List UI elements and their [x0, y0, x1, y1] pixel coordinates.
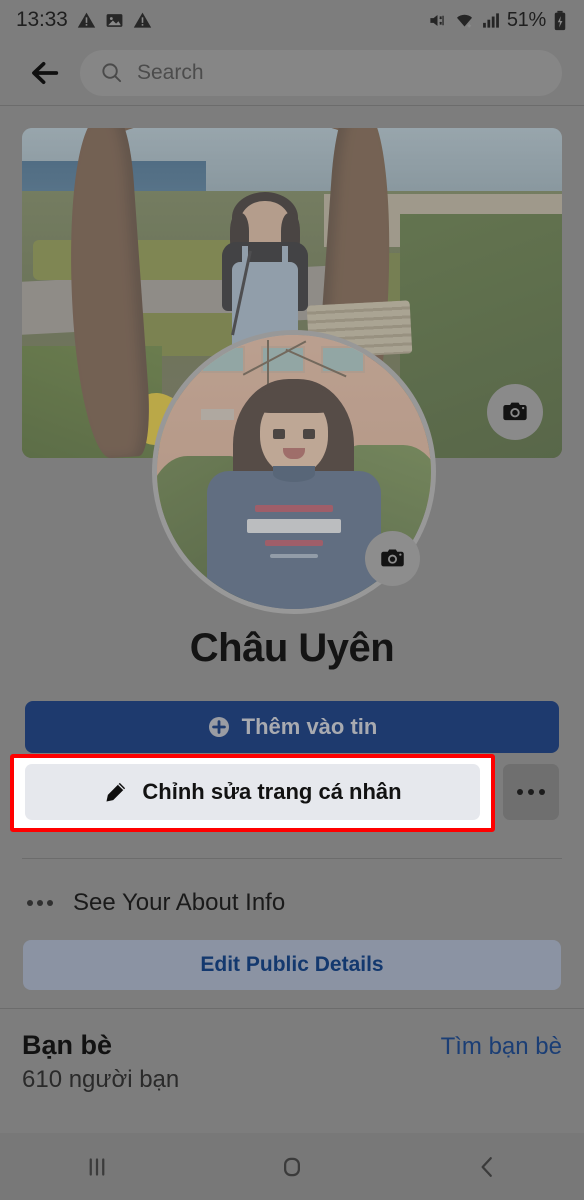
- mute-icon: [427, 11, 448, 30]
- profile-photo-camera-button[interactable]: [365, 531, 420, 586]
- see-about-info-row[interactable]: See Your About Info: [22, 882, 562, 924]
- nav-back-button[interactable]: [447, 1133, 527, 1200]
- find-friends-link[interactable]: Tìm bạn bè: [441, 1033, 562, 1061]
- status-bar: 13:33 51%: [0, 0, 584, 40]
- recents-icon: [82, 1152, 112, 1182]
- edit-profile-label: Chỉnh sửa trang cá nhân: [142, 779, 402, 804]
- home-button[interactable]: [252, 1133, 332, 1200]
- battery-charging-icon: [552, 10, 568, 31]
- phone-screen: 13:33 51% Search Châu Uyên Thêm vào tin …: [0, 0, 584, 1200]
- ellipsis-icon: [517, 789, 545, 795]
- status-bar-right: 51%: [427, 9, 568, 32]
- battery-percent: 51%: [506, 8, 546, 31]
- status-clock: 13:33: [16, 8, 68, 31]
- ellipsis-icon: [22, 900, 53, 906]
- home-icon: [277, 1152, 307, 1182]
- warning-triangle-icon: [77, 11, 96, 30]
- search-input[interactable]: Search: [80, 49, 562, 96]
- camera-icon: [501, 398, 529, 426]
- edit-profile-button[interactable]: Chỉnh sửa trang cá nhân: [25, 764, 480, 820]
- friends-section: Bạn bè 610 người bạn Tìm bạn bè: [22, 1030, 562, 1110]
- profile-more-options-button[interactable]: [503, 764, 559, 820]
- back-arrow-icon: [28, 56, 62, 90]
- status-bar-left: 13:33: [16, 8, 152, 32]
- recents-button[interactable]: [57, 1133, 137, 1200]
- search-icon: [100, 61, 123, 84]
- image-icon: [105, 11, 124, 30]
- cover-photo-camera-button[interactable]: [487, 384, 543, 440]
- warning-triangle-icon: [133, 11, 152, 30]
- add-to-story-label: Thêm vào tin: [241, 714, 378, 739]
- wifi-icon: [454, 11, 475, 30]
- edit-public-details-label: Edit Public Details: [200, 953, 384, 976]
- about-divider: [22, 858, 562, 859]
- system-nav-bar: [0, 1133, 584, 1200]
- page-title: Châu Uyên: [189, 626, 395, 670]
- header-divider: [0, 105, 584, 106]
- back-chevron-icon: [472, 1152, 502, 1182]
- signal-bars-icon: [481, 11, 501, 30]
- app-header: Search: [0, 40, 584, 105]
- camera-icon: [379, 545, 406, 572]
- friends-count: 610 người bạn: [22, 1066, 180, 1093]
- add-to-story-button[interactable]: Thêm vào tin: [25, 701, 559, 753]
- back-button[interactable]: [22, 50, 68, 96]
- friends-divider: [0, 1008, 584, 1009]
- pencil-icon: [103, 779, 129, 805]
- edit-public-details-button[interactable]: Edit Public Details: [23, 940, 561, 990]
- see-about-info-label: See Your About Info: [73, 889, 286, 916]
- search-placeholder: Search: [137, 60, 204, 84]
- plus-circle-icon: [207, 715, 231, 739]
